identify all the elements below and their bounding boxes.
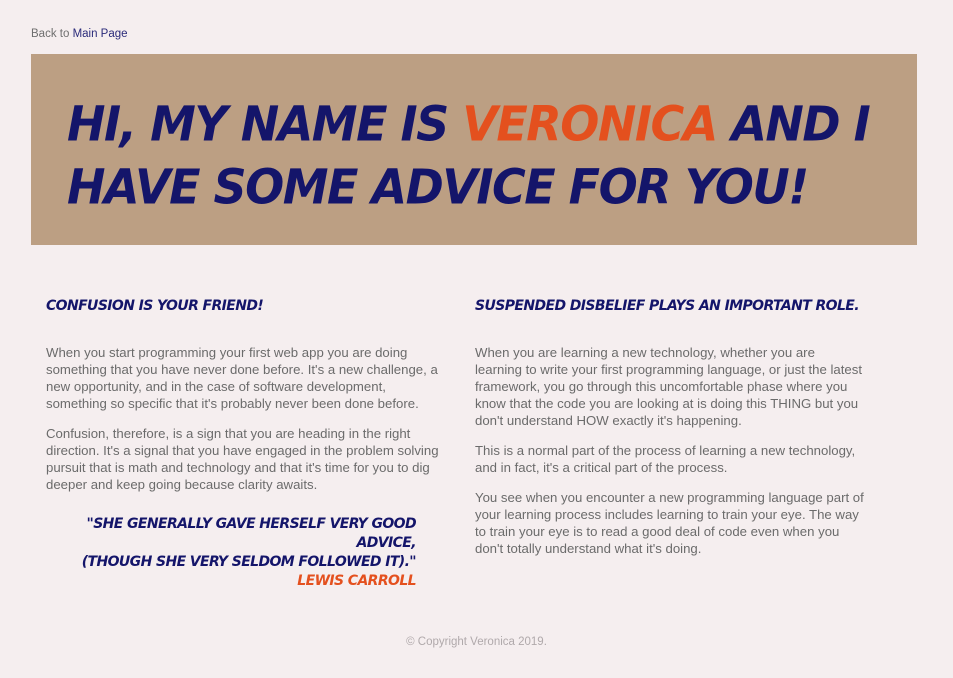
paragraph: Confusion, therefore, is a sign that you…: [46, 426, 439, 492]
title-intro: Hi, my name is: [67, 95, 449, 152]
quote-block: "She generally gave herself very good ad…: [46, 515, 417, 591]
back-prefix: Back to: [31, 28, 70, 40]
quote-line: (though she very seldom followed it).": [81, 554, 417, 570]
page-title: Hi, my name is Veronica and I have some …: [67, 92, 897, 218]
paragraph: When you are learning a new technology, …: [475, 345, 863, 428]
advice-section-confusion: Confusion is your friend! When you start…: [46, 296, 446, 605]
advice-section-suspended-disbelief: Suspended disbelief plays an important r…: [475, 296, 865, 570]
paragraph: When you start programming your first we…: [46, 345, 438, 411]
quote-line: "She generally gave herself very good ad…: [86, 516, 417, 551]
paragraph: This is a normal part of the process of …: [475, 443, 856, 475]
quote-author: Lewis Carroll: [297, 573, 416, 589]
paragraph: You see when you encounter a new program…: [475, 490, 864, 556]
section-heading: Suspended disbelief plays an important r…: [475, 298, 860, 314]
breadcrumb: Back to Main Page: [31, 28, 128, 40]
hero-banner: Hi, my name is Veronica and I have some …: [31, 54, 917, 245]
section-heading: Confusion is your friend!: [46, 298, 264, 314]
footer-copyright: © Copyright Veronica 2019.: [406, 636, 547, 648]
main-page-link[interactable]: Main Page: [73, 28, 128, 40]
title-name: Veronica: [462, 95, 718, 152]
